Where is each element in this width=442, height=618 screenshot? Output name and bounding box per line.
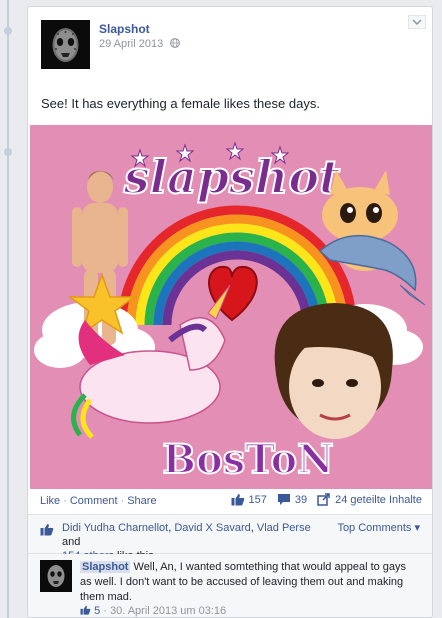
comment-bubble-icon [277,494,290,505]
liker-link[interactable]: David X Savard [174,522,250,534]
globe-icon[interactable] [170,38,181,48]
shares-count[interactable]: 24 geteilte Inhalte [335,494,422,506]
post-date[interactable]: 29 April 2013 [99,38,163,50]
comment-author[interactable]: Slapshot [80,561,131,573]
liker-link[interactable]: Vlad Perse [257,522,311,534]
timeline-dot [4,27,12,35]
comment-item: Slapshot Well, An, I wanted somtething t… [28,554,432,617]
post-actions: Like · Comment · Share [40,495,157,507]
comment-timestamp[interactable]: 30. April 2013 um 03:16 [110,605,226,617]
liker-link[interactable]: Didi Yudha Charnellot [62,522,168,534]
likes-summary: Didi Yudha Charnellot, David X Savard, V… [28,514,432,562]
post-text: See! It has everything a female likes th… [41,96,320,111]
post-author[interactable]: Slapshot [99,22,150,36]
post-counts: 157 39 24 geteilte Inhalte [231,493,422,506]
timeline-line [7,0,9,618]
separator: · [63,495,67,507]
likes-count[interactable]: 157 [249,494,267,506]
share-icon [317,493,330,506]
post-date-row: 29 April 2013 [99,38,181,50]
share-link[interactable]: Share [127,495,156,507]
separator: · [120,495,125,507]
post-photo[interactable]: slapshot BosToN [30,125,432,489]
separator: · [100,605,110,617]
top-comments-dropdown[interactable]: Top Comments ▾ [337,521,420,534]
avatar[interactable] [40,560,72,592]
avatar[interactable] [41,20,90,69]
comments-count[interactable]: 39 [295,494,307,506]
likers-and: and [62,536,81,548]
comment-meta: 5 · 30. April 2013 um 03:16 [80,605,226,617]
image-bottom-text: BosToN [162,436,333,483]
timeline-dot [4,148,12,156]
post-card: Slapshot 29 April 2013 See! It has every… [27,6,433,618]
thumbs-up-icon [40,524,54,536]
thumbs-up-icon [80,605,91,615]
comment-body: Slapshot Well, An, I wanted somtething t… [80,560,410,605]
like-link[interactable]: Like [40,495,60,507]
comment-link[interactable]: Comment [70,495,118,507]
thumbs-up-icon [231,494,244,506]
chevron-down-icon[interactable] [408,15,426,29]
